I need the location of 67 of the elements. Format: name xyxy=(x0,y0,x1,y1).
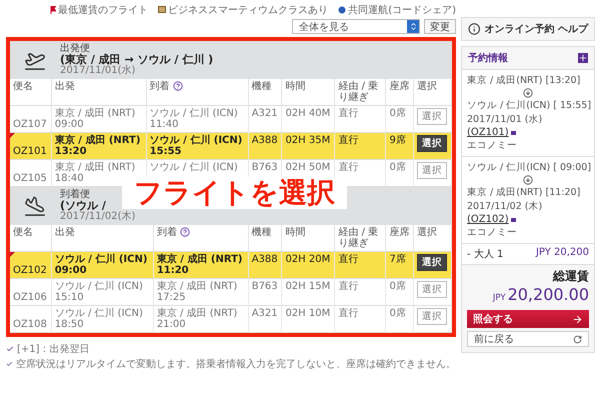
table-cell: A321 xyxy=(248,306,282,332)
arrow-right-icon xyxy=(572,314,583,324)
table-cell: 東京 / 成田 (NRT) 21:00 xyxy=(153,306,248,332)
table-cell: 0席 xyxy=(386,306,414,332)
refresh-icon xyxy=(573,334,582,344)
plane-mark-icon xyxy=(510,218,516,222)
legend-label: 共同運航(コードシェア) xyxy=(348,4,456,17)
flight-date: 2017/11/01(水) xyxy=(60,66,136,76)
flight-row[interactable]: OZ107 東京 / 成田 (NRT) 09:00 ソウル / 仁川 (ICN) 11:40 A321 02H 40M 直行 0席 選択 xyxy=(10,106,452,132)
info-icon xyxy=(468,22,481,36)
route-title: (東京 / 成田 → ソウル / 仁川 ) xyxy=(60,54,214,66)
flight-link[interactable]: (OZ102) xyxy=(467,214,516,225)
help-button[interactable]: オンライン予約 ヘルプ xyxy=(461,17,595,41)
select-button[interactable]: 選択 xyxy=(417,308,448,325)
segment-destination: ソウル / 仁川(ICN) [ 15:55] xyxy=(467,99,589,112)
column-label: 到着 xyxy=(156,227,177,238)
flight-date: 2017/11/02(木) xyxy=(60,212,136,222)
dropdown-icon xyxy=(408,22,418,31)
submit-button[interactable]: 照会する xyxy=(467,310,589,328)
cabin-class: エコノミー xyxy=(467,139,518,152)
select-button[interactable]: 選択 xyxy=(417,281,448,298)
select-button[interactable]: 選択 xyxy=(417,108,448,125)
panel-title: 予約情報 xyxy=(468,52,508,65)
table-cell: ソウル / 仁川 (ICN) 18:50 xyxy=(51,306,154,332)
select-button[interactable]: 選択 xyxy=(417,254,448,271)
expand-icon[interactable] xyxy=(578,53,588,63)
seat-icon xyxy=(158,6,166,14)
flight-row[interactable]: OZ108 ソウル / 仁川 (ICN) 18:50 東京 / 成田 (NRT) 21:00 A321 02H 10M 直行 0席 選択 xyxy=(10,306,452,332)
help-icon[interactable] xyxy=(172,81,183,92)
total-label: 総運賃 xyxy=(553,268,589,285)
legend-label: 最低運賃のフライト xyxy=(58,4,148,17)
section-label: 到着便 xyxy=(60,190,91,200)
cabin-class: エコノミー xyxy=(467,226,518,239)
flag-icon xyxy=(50,6,56,14)
select-button[interactable]: 選択 xyxy=(417,162,448,179)
note-text: [+1] : 出発翌日 xyxy=(17,342,90,356)
route-title: (ソウル / xyxy=(60,200,106,212)
change-button[interactable]: 変更 xyxy=(424,19,456,34)
segment-origin: ソウル / 仁川(ICN) [ 09:00] xyxy=(467,161,589,174)
segment-origin: 東京 / 成田(NRT) [13:20] xyxy=(467,74,582,87)
airplane-icon xyxy=(24,195,46,217)
flight-row[interactable]: OZ106 ソウル / 仁川 (ICN) 15:10 東京 / 成田 (NRT) 17:25 B763 02H 15M 直行 0席 選択 xyxy=(10,278,452,306)
select-button[interactable]: 選択 xyxy=(417,135,448,152)
arrow-down-icon xyxy=(523,175,533,185)
flight-row[interactable]: OZ101 東京 / 成田 (NRT) 13:20 ソウル / 仁川 (ICN) 15:55 A388 02H 35M 直行 9席 選択 xyxy=(10,132,452,160)
column-label: 到着 xyxy=(150,81,170,92)
arrow-down-icon xyxy=(523,88,533,98)
back-button[interactable]: 前に戻る xyxy=(467,331,589,347)
table-cell: 02H 10M xyxy=(282,306,335,332)
table-cell: 直行 xyxy=(334,306,386,332)
legend-label: ビジネススマーティウムクラスあり xyxy=(168,4,328,17)
flight-row[interactable]: OZ102 ソウル / 仁川 (ICN) 09:00 東京 / 成田 (NRT) 11:20 A388 02H 20M 直行 7席 選択 xyxy=(10,252,452,278)
filter-select[interactable]: 全体を見る xyxy=(292,19,420,34)
segment-destination: 東京 / 成田(NRT) [11:20] xyxy=(467,186,582,199)
total-amount: 20,200.00 xyxy=(508,285,589,304)
flight-link[interactable]: (OZ101) xyxy=(467,127,516,138)
note-text: 空席状況はリアルタイムで変動します。搭乗者情報入力を完了しないと、座席は確約できません。 xyxy=(16,358,456,371)
fare-amount: JPY 20,200 xyxy=(536,247,589,260)
help-icon[interactable] xyxy=(180,227,190,238)
segment-date: 2017/11/01 (水) xyxy=(467,113,544,126)
section-label: 出発便 xyxy=(60,44,91,54)
segment-date: 2017/11/02 (木) xyxy=(467,200,544,213)
dot-icon xyxy=(338,6,346,14)
table-cell: OZ108 xyxy=(10,306,52,332)
passenger-label: - 大人 1 xyxy=(467,248,504,261)
currency-label: JPY xyxy=(492,293,506,303)
plane-mark-icon xyxy=(510,130,516,134)
